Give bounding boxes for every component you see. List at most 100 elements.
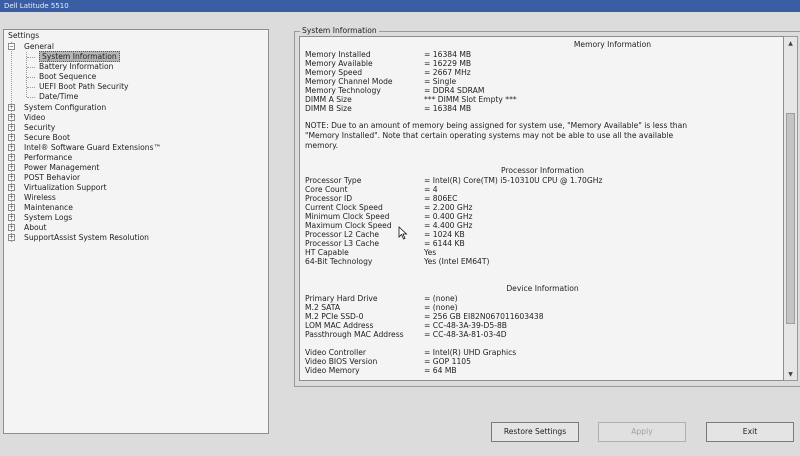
info-value: = 1024 KB bbox=[424, 230, 465, 239]
tree-item-maintenance[interactable]: Maintenance bbox=[24, 203, 73, 213]
tree-item-uefi-boot-path-security[interactable]: UEFI Boot Path Security bbox=[39, 82, 129, 92]
expand-icon[interactable]: + bbox=[8, 214, 15, 221]
info-label: Maximum Clock Speed bbox=[305, 221, 392, 230]
apply-button[interactable]: Apply bbox=[598, 422, 686, 442]
info-label: Memory Available bbox=[305, 59, 373, 68]
info-label: Passthrough MAC Address bbox=[305, 330, 404, 339]
info-value: = 2.200 GHz bbox=[424, 203, 473, 212]
tree-item-system-information[interactable]: System Information bbox=[39, 51, 120, 62]
info-value: = 256 GB EI82N067011603438 bbox=[424, 312, 544, 321]
tree-item-supportassist[interactable]: SupportAssist System Resolution bbox=[24, 233, 149, 243]
info-label: M.2 SATA bbox=[305, 303, 341, 312]
tree-item-post-behavior[interactable]: POST Behavior bbox=[24, 173, 80, 183]
expand-icon[interactable]: + bbox=[8, 164, 15, 171]
info-label: Video BIOS Version bbox=[305, 357, 378, 366]
tree-item-system-logs[interactable]: System Logs bbox=[24, 213, 72, 223]
expand-icon[interactable]: + bbox=[8, 104, 15, 111]
window-title-bar: Dell Latitude 5510 bbox=[0, 0, 800, 12]
info-value: = 0.400 GHz bbox=[424, 212, 473, 221]
info-value: *** DIMM Slot Empty *** bbox=[424, 95, 517, 104]
scroll-up-icon[interactable]: ▲ bbox=[784, 38, 797, 49]
tree-item-performance[interactable]: Performance bbox=[24, 153, 72, 163]
info-label: Minimum Clock Speed bbox=[305, 212, 390, 221]
info-value: = 4.400 GHz bbox=[424, 221, 473, 230]
tree-item-secure-boot[interactable]: Secure Boot bbox=[24, 133, 70, 143]
exit-button[interactable]: Exit bbox=[706, 422, 794, 442]
tree-connector bbox=[27, 57, 35, 58]
tree-item-intel-sgx[interactable]: Intel® Software Guard Extensions™ bbox=[24, 143, 161, 153]
expand-icon[interactable]: + bbox=[8, 154, 15, 161]
tree-item-battery-information[interactable]: Battery Information bbox=[39, 62, 113, 72]
info-label: Video Controller bbox=[305, 348, 367, 357]
device-section-title: Device Information bbox=[506, 284, 579, 293]
collapse-icon[interactable]: − bbox=[8, 43, 15, 50]
info-label: Video Memory bbox=[305, 366, 360, 375]
info-label: DIMM A Size bbox=[305, 95, 352, 104]
tree-connector bbox=[27, 97, 35, 98]
info-label: Processor L3 Cache bbox=[305, 239, 380, 248]
info-label: M.2 PCIe SSD-0 bbox=[305, 312, 364, 321]
expand-icon[interactable]: + bbox=[8, 134, 15, 141]
info-value: = 16229 MB bbox=[424, 59, 472, 68]
memory-note: NOTE: Due to an amount of memory being a… bbox=[305, 121, 688, 150]
info-value: = Intel(R) Core(TM) i5-10310U CPU @ 1.70… bbox=[424, 176, 603, 185]
information-panel[interactable]: Memory Information Memory Installed = 16… bbox=[299, 36, 784, 381]
expand-icon[interactable]: + bbox=[8, 234, 15, 241]
info-label: Memory Installed bbox=[305, 50, 371, 59]
info-value: = 64 MB bbox=[424, 366, 457, 375]
expand-icon[interactable]: + bbox=[8, 174, 15, 181]
window-title: Dell Latitude 5510 bbox=[4, 2, 69, 10]
tree-item-video[interactable]: Video bbox=[24, 113, 45, 123]
expand-icon[interactable]: + bbox=[8, 184, 15, 191]
group-title: System Information bbox=[300, 26, 379, 35]
info-value: Yes bbox=[424, 248, 437, 257]
info-label: Processor L2 Cache bbox=[305, 230, 380, 239]
tree-connector bbox=[27, 87, 35, 88]
info-label: LOM MAC Address bbox=[305, 321, 374, 330]
tree-item-about[interactable]: About bbox=[24, 223, 46, 233]
info-label: Memory Speed bbox=[305, 68, 363, 77]
info-scrollbar[interactable]: ▲ ▼ bbox=[784, 36, 798, 381]
info-label: Memory Technology bbox=[305, 86, 381, 95]
expand-icon[interactable]: + bbox=[8, 194, 15, 201]
info-value: = GOP 1105 bbox=[424, 357, 471, 366]
info-value: = CC-48-3A-39-D5-8B bbox=[424, 321, 507, 330]
settings-tree: Settings − General System Information Ba… bbox=[3, 29, 269, 434]
info-label: Primary Hard Drive bbox=[305, 294, 378, 303]
tree-item-security[interactable]: Security bbox=[24, 123, 55, 133]
scroll-down-icon[interactable]: ▼ bbox=[784, 369, 797, 380]
expand-icon[interactable]: + bbox=[8, 114, 15, 121]
info-value: = Single bbox=[424, 77, 457, 86]
expand-icon[interactable]: + bbox=[8, 144, 15, 151]
mouse-cursor-icon bbox=[398, 226, 408, 240]
info-value: = (none) bbox=[424, 303, 458, 312]
scrollbar-thumb[interactable] bbox=[786, 113, 795, 324]
expand-icon[interactable]: + bbox=[8, 124, 15, 131]
tree-item-virtualization-support[interactable]: Virtualization Support bbox=[24, 183, 107, 193]
expand-icon[interactable]: + bbox=[8, 204, 15, 211]
info-value: Yes (Intel EM64T) bbox=[424, 257, 490, 266]
tree-connector bbox=[11, 42, 12, 242]
info-value: = DDR4 SDRAM bbox=[424, 86, 485, 95]
tree-item-boot-sequence[interactable]: Boot Sequence bbox=[39, 72, 96, 82]
tree-root-settings: Settings bbox=[8, 31, 40, 40]
info-value: = (none) bbox=[424, 294, 458, 303]
info-value: = Intel(R) UHD Graphics bbox=[424, 348, 517, 357]
info-value: = 16384 MB bbox=[424, 104, 472, 113]
info-label: HT Capable bbox=[305, 248, 349, 257]
restore-settings-button[interactable]: Restore Settings bbox=[491, 422, 579, 442]
tree-item-date-time[interactable]: Date/Time bbox=[39, 92, 78, 102]
tree-item-system-configuration[interactable]: System Configuration bbox=[24, 103, 106, 113]
tree-item-wireless[interactable]: Wireless bbox=[24, 193, 56, 203]
info-label: Processor ID bbox=[305, 194, 353, 203]
info-value: = 16384 MB bbox=[424, 50, 472, 59]
expand-icon[interactable]: + bbox=[8, 224, 15, 231]
info-value: = 806EC bbox=[424, 194, 458, 203]
tree-connector bbox=[26, 52, 27, 97]
processor-section-title: Processor Information bbox=[501, 166, 584, 175]
info-label: Current Clock Speed bbox=[305, 203, 383, 212]
tree-item-power-management[interactable]: Power Management bbox=[24, 163, 99, 173]
info-label: Memory Channel Mode bbox=[305, 77, 393, 86]
tree-connector bbox=[27, 67, 35, 68]
tree-connector bbox=[27, 77, 35, 78]
